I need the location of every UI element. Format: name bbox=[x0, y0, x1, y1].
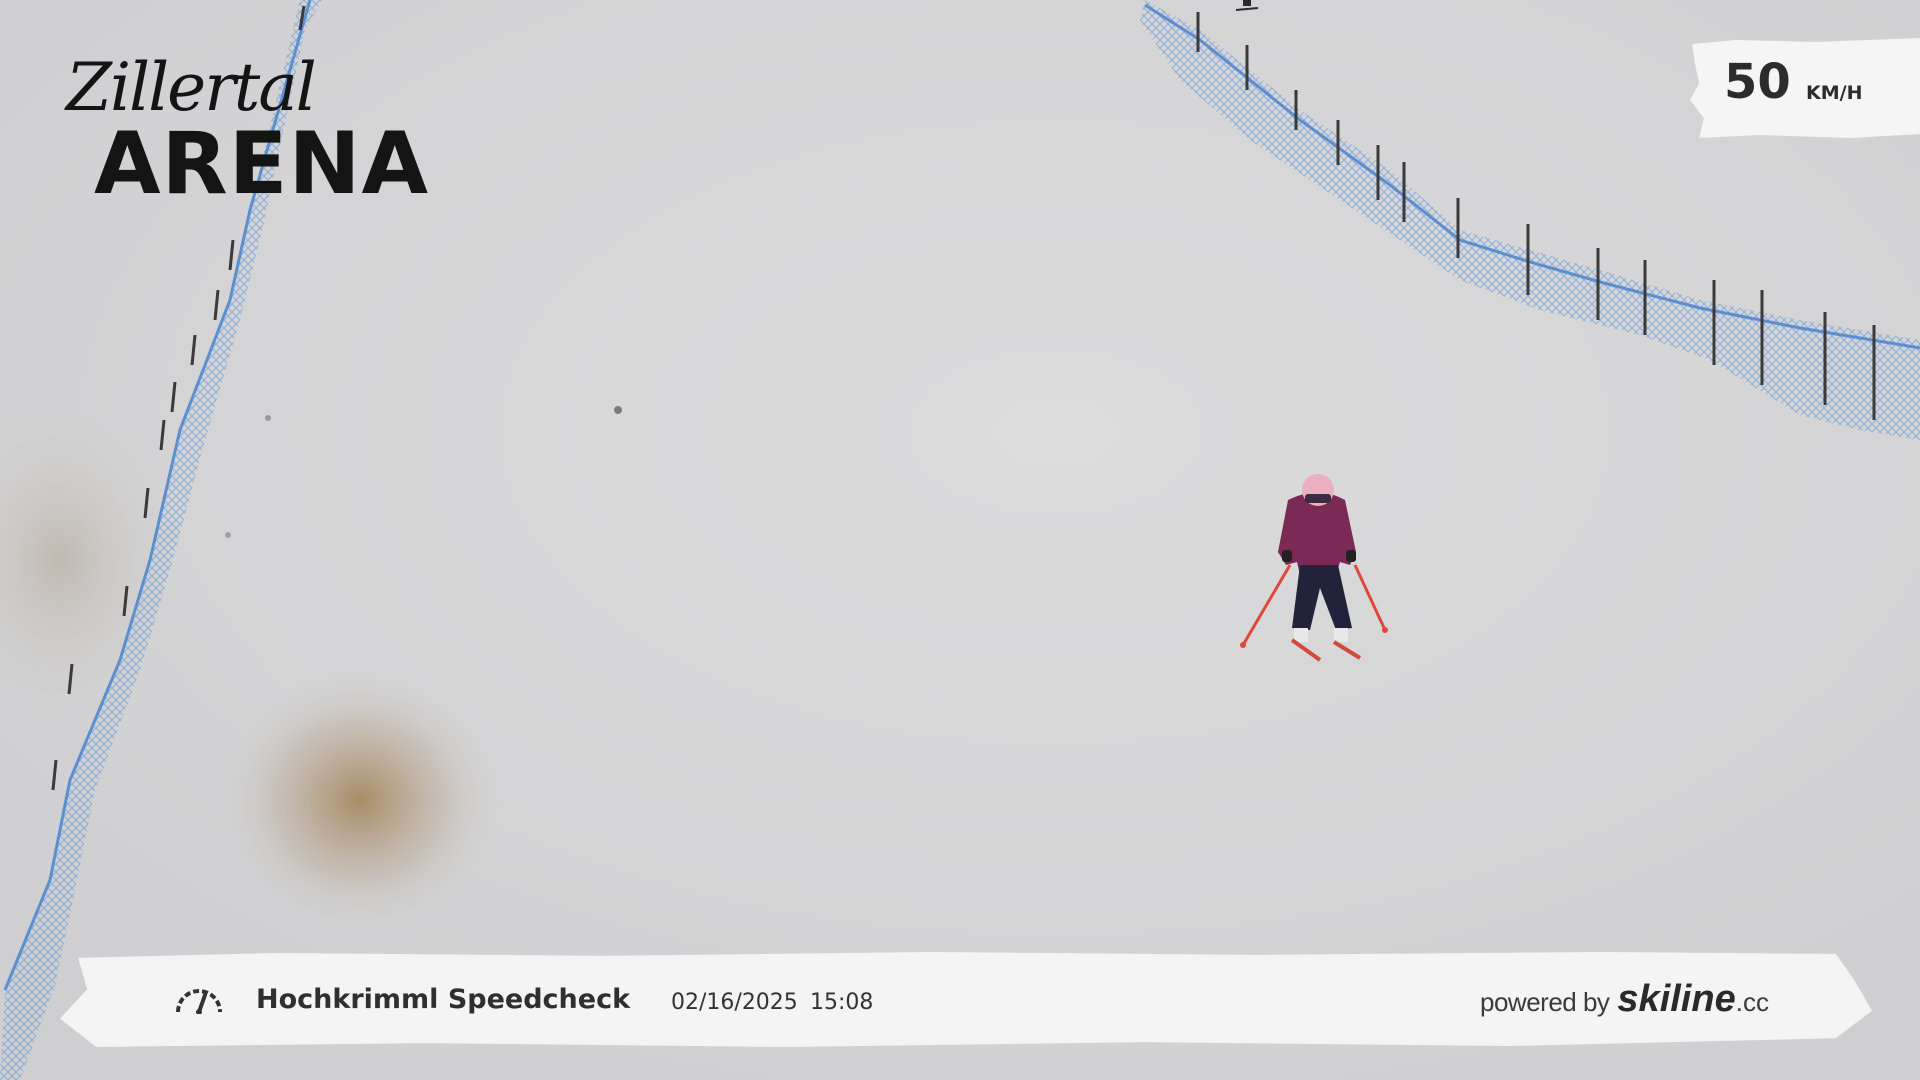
zillertal-arena-logo: Zillertal ARENA bbox=[58, 55, 458, 215]
skiline-tld: .cc bbox=[1735, 987, 1769, 1017]
lens-smudge bbox=[220, 670, 500, 930]
powered-by-skiline: powered by skiline.cc bbox=[1480, 978, 1769, 1021]
lens-dust bbox=[614, 406, 622, 414]
speed-badge: 50 KM/H bbox=[1690, 38, 1920, 138]
speed-value: 50 bbox=[1724, 54, 1791, 110]
speedcheck-time: 15:08 bbox=[810, 990, 874, 1015]
goggles bbox=[1305, 494, 1331, 503]
skiline-brand: skiline bbox=[1617, 978, 1736, 1020]
speedcheck-banner: Hochkrimml Speedcheck 02/16/2025 15:08 p… bbox=[60, 951, 1872, 1048]
logo-script-text: Zillertal bbox=[66, 49, 317, 126]
lens-dust bbox=[265, 415, 271, 421]
speedcheck-title: Hochkrimml Speedcheck bbox=[256, 984, 631, 1015]
logo-word-text: ARENA bbox=[94, 114, 430, 214]
speed-unit: KM/H bbox=[1806, 82, 1863, 104]
speedometer-icon bbox=[176, 989, 222, 1014]
lens-dust bbox=[225, 532, 231, 538]
powered-label: powered by bbox=[1480, 987, 1610, 1017]
speedcheck-date: 02/16/2025 bbox=[671, 990, 798, 1015]
